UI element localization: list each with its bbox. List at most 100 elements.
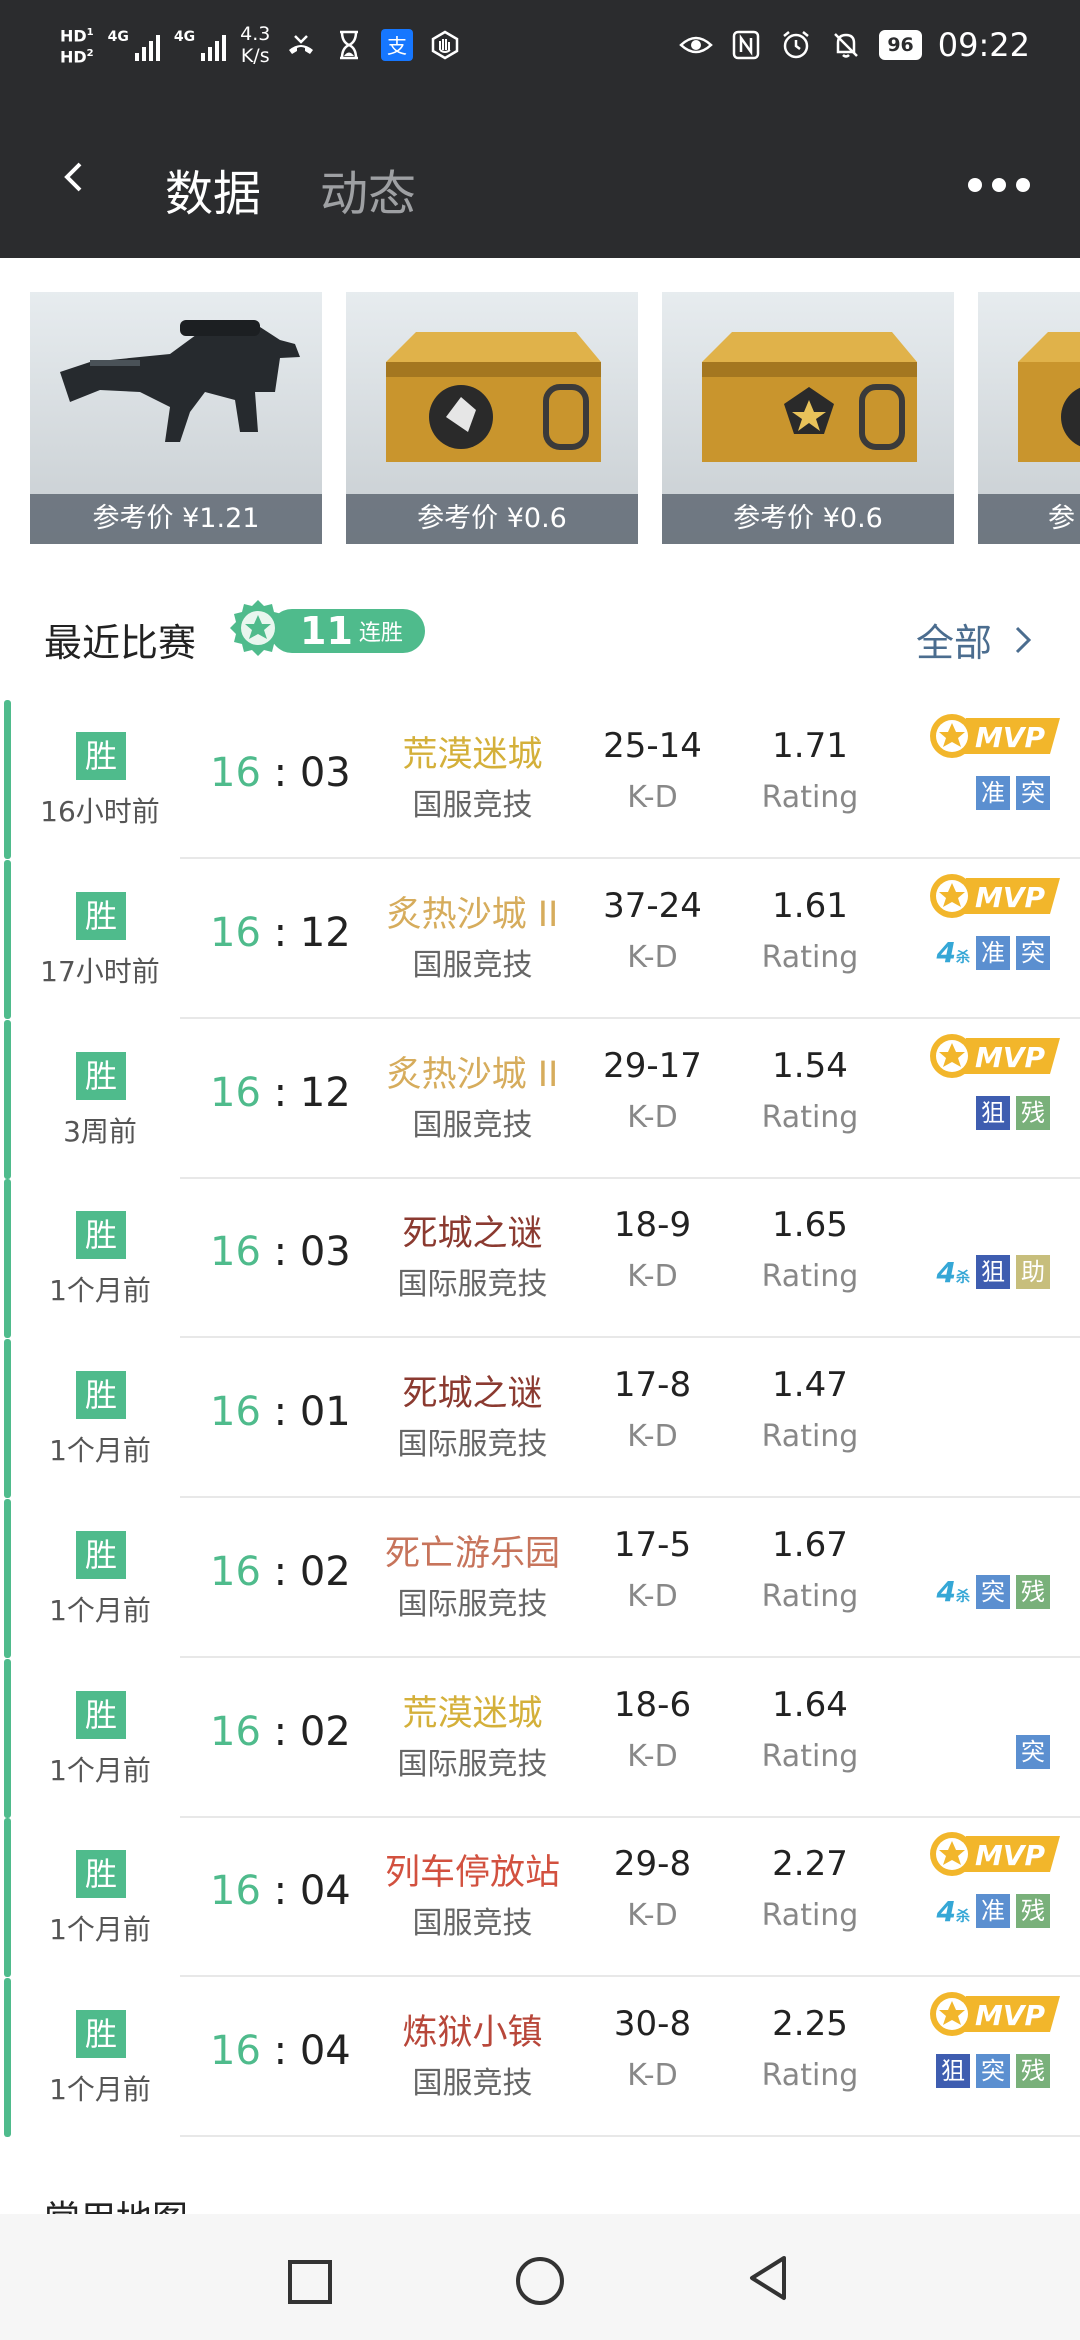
score-lose: 03 [299,1229,351,1276]
alipay-icon: 支 [380,28,414,62]
tab-data[interactable]: 数据 [165,154,261,224]
achievement-badges: 4杀狙助 [937,1255,1050,1290]
kd-label: K-D [627,1099,678,1135]
kd-label: K-D [627,2058,678,2093]
item-price: 参考价 ¥1.21 [30,494,322,544]
match-time: 1个月前 [49,1274,151,1308]
result-badge: 胜 [76,1211,126,1260]
chevron-right-icon [1015,626,1032,653]
achievement-badges: 4杀准突 [937,935,1050,970]
row-divider [180,1655,1080,1658]
kd-value: 30-8 [613,2004,692,2044]
achievement-badge: 狙 [976,1255,1010,1290]
mvp-label: MVP [975,721,1046,754]
map-name: 炼狱小镇 [402,2013,543,2053]
common-maps-title: 常用地图 [44,2190,188,2214]
kd-label: K-D [627,1898,678,1934]
match-time: 1个月前 [49,1434,151,1467]
match-score: 16 : 03 [210,750,351,796]
match-score: 16 : 04 [210,2028,351,2074]
achievement-badges: 狙残 [976,1095,1050,1130]
row-divider [180,1336,1080,1339]
match-row[interactable]: 胜 16小时前 16 : 03 荒漠迷城 国服竞技 25-14 K-D 1.71 Rating M… [0,700,1080,859]
kd-label: K-D [627,1738,678,1774]
achievement-badges: 4杀突残 [937,1574,1050,1609]
game-mode: 国际服竞技 [397,1746,548,1782]
rating-value: 1.71 [772,726,848,766]
medal-icon [230,600,286,656]
recent-matches-title: 最近比赛 [44,621,197,665]
achievement-badges: 突 [1016,1734,1050,1769]
score-lose: 02 [299,1708,351,1755]
recents-button[interactable] [288,2260,332,2304]
mvp-badge-icon: MVP [930,1033,1060,1078]
result-badge: 胜 [76,732,126,780]
win-indicator-bar [4,1818,11,1978]
mvp-badge-icon: MVP [930,1992,1060,2036]
achievement-badge: 残 [1016,1574,1050,1609]
match-row[interactable]: 胜 1个月前 16 : 04 列车停放站 国服竞技 29-8 K-D 2.27 Rating MV… [0,1818,1080,1978]
kd-label: K-D [627,780,678,815]
home-button[interactable] [516,2257,564,2305]
match-time: 17小时前 [40,954,160,988]
rating-value: 2.27 [772,1844,848,1885]
item-card[interactable]: 参考价 ¥0.6 [346,292,638,544]
item-card[interactable]: 参考价 ¥0.6 [662,292,954,544]
item-price: 参考价 ¥0.6 [662,494,954,544]
match-row[interactable]: 胜 1个月前 16 : 03 死城之谜 国际服竞技 18-9 K-D 1.65 Rating 4杀… [0,1179,1080,1339]
row-divider [180,1496,1080,1498]
item-card[interactable]: 参 [978,292,1080,544]
kd-value: 37-24 [603,885,702,926]
kd-label: K-D [627,939,678,975]
win-indicator-bar [4,1978,11,2137]
achievement-badge: 准 [976,776,1010,810]
match-row[interactable]: 胜 1个月前 16 : 02 荒漠迷城 国际服竞技 18-6 K-D 1.64 Rating 突 [0,1658,1080,1818]
hand-icon [428,28,462,62]
match-row[interactable]: 胜 1个月前 16 : 02 死亡游乐园 国际服竞技 17-5 K-D 1.67 Rating 4… [0,1498,1080,1658]
back-arrow-icon[interactable] [60,162,90,192]
match-score: 16 : 02 [210,1708,351,1755]
win-indicator-bar [4,1658,11,1818]
game-mode: 国服竞技 [412,788,533,823]
match-time: 1个月前 [49,1753,151,1787]
item-card[interactable]: 参考价 ¥1.21 [30,292,322,544]
match-row[interactable]: 胜 17小时前 16 : 12 炙热沙城 II 国服竞技 37-24 K-D 1.61 Rati… [0,859,1080,1019]
mvp-badge-icon: MVP [930,1832,1060,1877]
mvp-label: MVP [975,1041,1046,1074]
row-divider [180,2135,1080,2137]
match-time: 1个月前 [49,1593,151,1627]
match-time: 1个月前 [49,2073,151,2106]
map-name: 荒漠迷城 [402,1693,543,1734]
score-lose: 12 [299,1069,351,1116]
match-row[interactable]: 胜 1个月前 16 : 04 炼狱小镇 国服竞技 30-8 K-D 2.25 Rating MVP… [0,1978,1080,2137]
rating-value: 2.25 [772,2004,848,2044]
kd-value: 18-6 [613,1684,692,1725]
score-win: 16 [210,909,261,956]
map-name: 炙热沙城 II [386,1054,559,1095]
kd-value: 17-5 [613,1524,692,1565]
streak-count: 11 [300,609,353,653]
game-mode: 国服竞技 [412,2066,533,2101]
view-all-label: 全部 [915,621,992,665]
match-row[interactable]: 胜 1个月前 16 : 01 死城之谜 国际服竞技 17-8 K-D 1.47 Rating [0,1339,1080,1498]
result-badge: 胜 [76,2010,126,2058]
rating-label: Rating [761,1738,859,1774]
item-carousel[interactable]: 参考价 ¥1.21 参考价 ¥0.6 参考价 ¥0.6 参 [30,292,1080,544]
match-row[interactable]: 胜 3周前 16 : 12 炙热沙城 II 国服竞技 29-17 K-D 1.54 Rating… [0,1019,1080,1179]
game-mode: 国际服竞技 [397,1586,548,1622]
match-time: 3周前 [63,1114,137,1148]
view-all-button[interactable]: 全部 [916,612,1032,667]
more-options-icon[interactable] [968,178,1030,192]
tab-dynamics[interactable]: 动态 [320,154,416,224]
rating-label: Rating [761,780,859,815]
kd-label: K-D [627,1259,678,1295]
rating-value: 1.65 [772,1205,848,1246]
match-score: 16 : 03 [210,1229,351,1276]
status-bar: HD1 HD2 4G 4G 4.3 K/s 支 96 09:22 [0,0,1080,90]
weapon-case-image [1018,332,1080,462]
back-button[interactable] [746,2254,790,2302]
weapon-case-image [702,332,917,462]
system-nav-bar [0,2214,1080,2340]
score-win: 16 [210,2028,261,2074]
game-mode: 国服竞技 [412,1107,533,1143]
